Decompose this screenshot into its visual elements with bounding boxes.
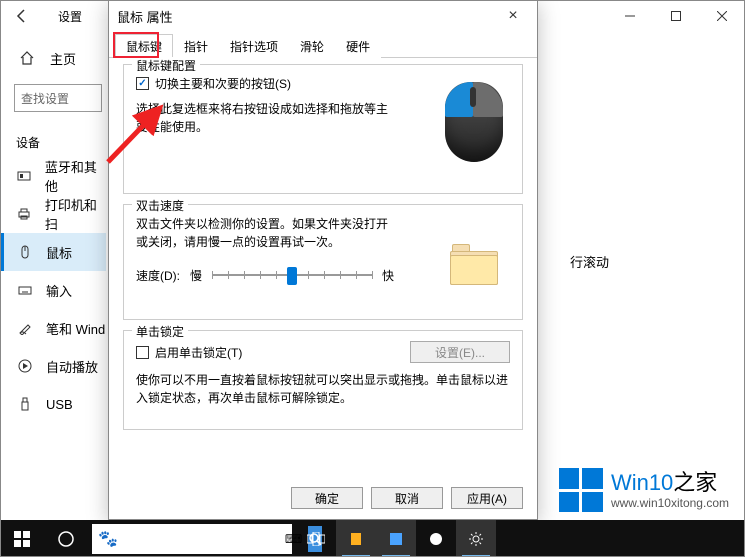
watermark-brand1: Win10 [611, 470, 673, 495]
maximize-button[interactable] [653, 0, 699, 32]
dialog-titlebar[interactable]: 鼠标 属性 × [109, 1, 537, 31]
minimize-button[interactable] [607, 0, 653, 32]
printer-icon [16, 205, 33, 223]
sidebar-item-pen[interactable]: 笔和 Wind [0, 309, 106, 347]
home-icon [18, 49, 36, 67]
sidebar-item-label: 蓝牙和其他 [45, 157, 106, 195]
folder-test-icon[interactable] [448, 241, 500, 289]
group-button-config: 鼠标键配置 切换主要和次要的按钮(S) 选择此复选框来将右按钮设成如选择和拖放等… [123, 64, 523, 194]
taskbar-search-input[interactable] [124, 532, 279, 546]
sidebar-item-bluetooth[interactable]: 蓝牙和其他 [0, 157, 106, 195]
pen-icon [16, 319, 34, 337]
group-legend: 鼠标键配置 [132, 57, 200, 74]
usb-icon [16, 395, 34, 413]
tab-wheel[interactable]: 滑轮 [289, 34, 335, 58]
content-text-fragment: 行滚动 [570, 252, 609, 271]
watermark-brand2: 之家 [673, 470, 717, 495]
close-button[interactable] [699, 0, 745, 32]
speed-slow-label: 慢 [190, 267, 202, 284]
sidebar-item-label: 输入 [46, 281, 72, 300]
windows-logo-icon [559, 468, 603, 512]
tab-pointers[interactable]: 指针 [173, 34, 219, 58]
sidebar-item-mouse[interactable]: 鼠标 [0, 233, 106, 271]
sidebar-home-label: 主页 [50, 49, 76, 68]
tab-pointer-options[interactable]: 指针选项 [219, 34, 289, 58]
slider-thumb[interactable] [287, 267, 297, 285]
group-legend: 单击锁定 [132, 323, 188, 340]
sidebar-item-label: 笔和 Wind [46, 319, 105, 338]
dialog-tabs: 鼠标键 指针 指针选项 滑轮 硬件 [109, 33, 537, 58]
double-click-speed-slider[interactable] [212, 265, 372, 285]
group-click-lock: 单击锁定 启用单击锁定(T) 设置(E)... 使你可以不用一直按着鼠标按钮就可… [123, 330, 523, 430]
apply-button[interactable]: 应用(A) [451, 487, 523, 509]
keyboard-icon [16, 281, 34, 299]
settings-sidebar: 主页 查找设置 设备 蓝牙和其他 打印机和扫 鼠标 输入 笔和 Wind 自动播… [0, 40, 106, 423]
sidebar-item-printers[interactable]: 打印机和扫 [0, 195, 106, 233]
group-double-click: 双击速度 双击文件夹以检测你的设置。如果文件夹没打开或关闭，请用慢一点的设置再试… [123, 204, 523, 320]
dialog-title: 鼠标 属性 [117, 7, 173, 26]
mouse-properties-dialog: 鼠标 属性 × 鼠标键 指针 指针选项 滑轮 硬件 鼠标键配置 切换主要和次要的… [108, 0, 538, 520]
settings-title: 设置 [58, 8, 82, 25]
taskbar-app-2[interactable] [376, 520, 416, 557]
swap-buttons-checkbox[interactable] [136, 77, 149, 90]
click-lock-desc: 使你可以不用一直按着鼠标按钮就可以突出显示或拖拽。单击鼠标以进入锁定状态，再次单… [136, 371, 510, 407]
taskbar: 🐾 ⌨ [0, 520, 745, 557]
click-lock-row[interactable]: 启用单击锁定(T) [136, 344, 242, 361]
sidebar-home[interactable]: 主页 [0, 40, 106, 76]
back-button[interactable] [10, 4, 34, 28]
window-controls [607, 0, 745, 32]
taskbar-app-settings[interactable] [456, 520, 496, 557]
cortana-button[interactable] [44, 520, 88, 557]
tab-hardware[interactable]: 硬件 [335, 34, 381, 58]
cancel-button[interactable]: 取消 [371, 487, 443, 509]
start-button[interactable] [0, 520, 44, 557]
click-lock-settings-button: 设置(E)... [410, 341, 510, 363]
baidu-icon: 🐾 [98, 529, 118, 549]
sidebar-item-label: 自动播放 [46, 357, 98, 376]
sidebar-item-label: USB [46, 397, 73, 412]
bluetooth-icon [16, 167, 33, 185]
taskbar-app-3[interactable] [416, 520, 456, 557]
taskbar-app-1[interactable] [336, 520, 376, 557]
click-lock-checkbox[interactable] [136, 346, 149, 359]
dialog-button-row: 确定 取消 应用(A) [291, 487, 523, 509]
task-view-button[interactable] [296, 520, 336, 557]
click-lock-label: 启用单击锁定(T) [155, 344, 242, 361]
sidebar-item-autoplay[interactable]: 自动播放 [0, 347, 106, 385]
sidebar-item-label: 鼠标 [46, 243, 72, 262]
taskbar-search[interactable]: 🐾 ⌨ [92, 524, 292, 554]
swap-buttons-label: 切换主要和次要的按钮(S) [155, 75, 291, 92]
swap-buttons-desc: 选择此复选框来将右按钮设成如选择和拖放等主要性能使用。 [136, 100, 396, 136]
group-legend: 双击速度 [132, 197, 188, 214]
speed-fast-label: 快 [382, 267, 394, 284]
sidebar-section-label: 设备 [0, 112, 106, 157]
tab-buttons[interactable]: 鼠标键 [115, 34, 173, 58]
search-placeholder: 查找设置 [21, 90, 69, 107]
sidebar-item-label: 打印机和扫 [45, 195, 106, 233]
sidebar-item-typing[interactable]: 输入 [0, 271, 106, 309]
watermark: Win10之家 www.win10xitong.com [559, 468, 729, 512]
autoplay-icon [16, 357, 34, 375]
sidebar-item-usb[interactable]: USB [0, 385, 106, 423]
ok-button[interactable]: 确定 [291, 487, 363, 509]
mouse-icon [16, 243, 34, 261]
mouse-illustration [440, 77, 508, 167]
search-settings-input[interactable]: 查找设置 [14, 84, 102, 112]
dialog-close-button[interactable]: × [497, 7, 529, 25]
speed-label: 速度(D): [136, 267, 180, 284]
dialog-body: 鼠标键配置 切换主要和次要的按钮(S) 选择此复选框来将右按钮设成如选择和拖放等… [109, 58, 537, 446]
double-click-desc: 双击文件夹以检测你的设置。如果文件夹没打开或关闭，请用慢一点的设置再试一次。 [136, 215, 396, 251]
watermark-url: www.win10xitong.com [611, 496, 729, 510]
